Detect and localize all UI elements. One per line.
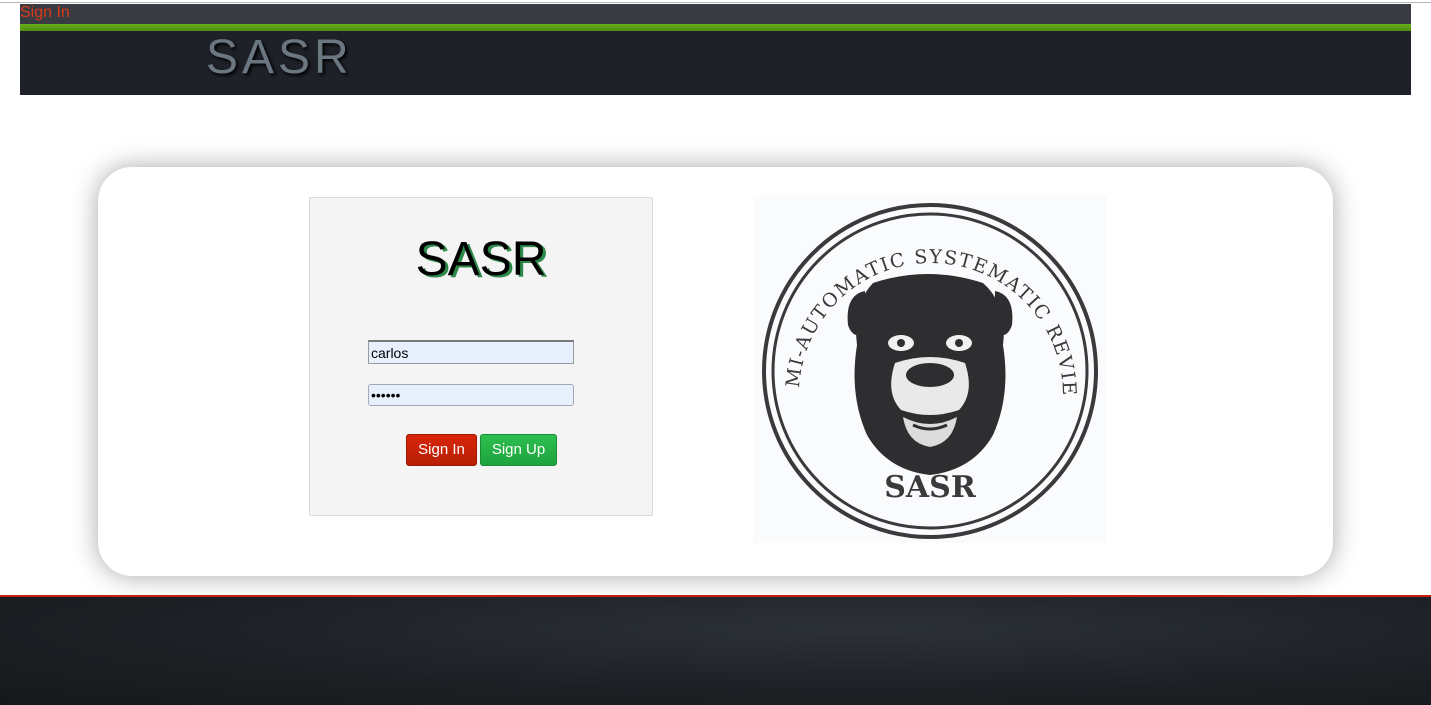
username-input[interactable] [368,340,574,364]
header-top-bar [20,4,1411,24]
site-footer [0,595,1431,705]
password-input[interactable] [368,384,574,406]
site-header: SASR [20,4,1411,95]
emblem-title: SASR [884,470,977,505]
top-divider [0,2,1431,3]
login-panel: SASR Sign In Sign Up [309,197,653,516]
login-card: SASR Sign In Sign Up SEMI-AUTOMATIC SYST… [98,167,1333,576]
sasr-emblem-logo: SEMI-AUTOMATIC SYSTEMATIC REVIEW SASR [753,195,1107,543]
top-signin-link[interactable]: Sign In [20,4,70,22]
login-logo-text: SASR [415,233,547,286]
signup-button[interactable]: Sign Up [480,434,557,466]
header-brand: SASR [206,31,353,84]
signin-button[interactable]: Sign In [406,434,477,466]
